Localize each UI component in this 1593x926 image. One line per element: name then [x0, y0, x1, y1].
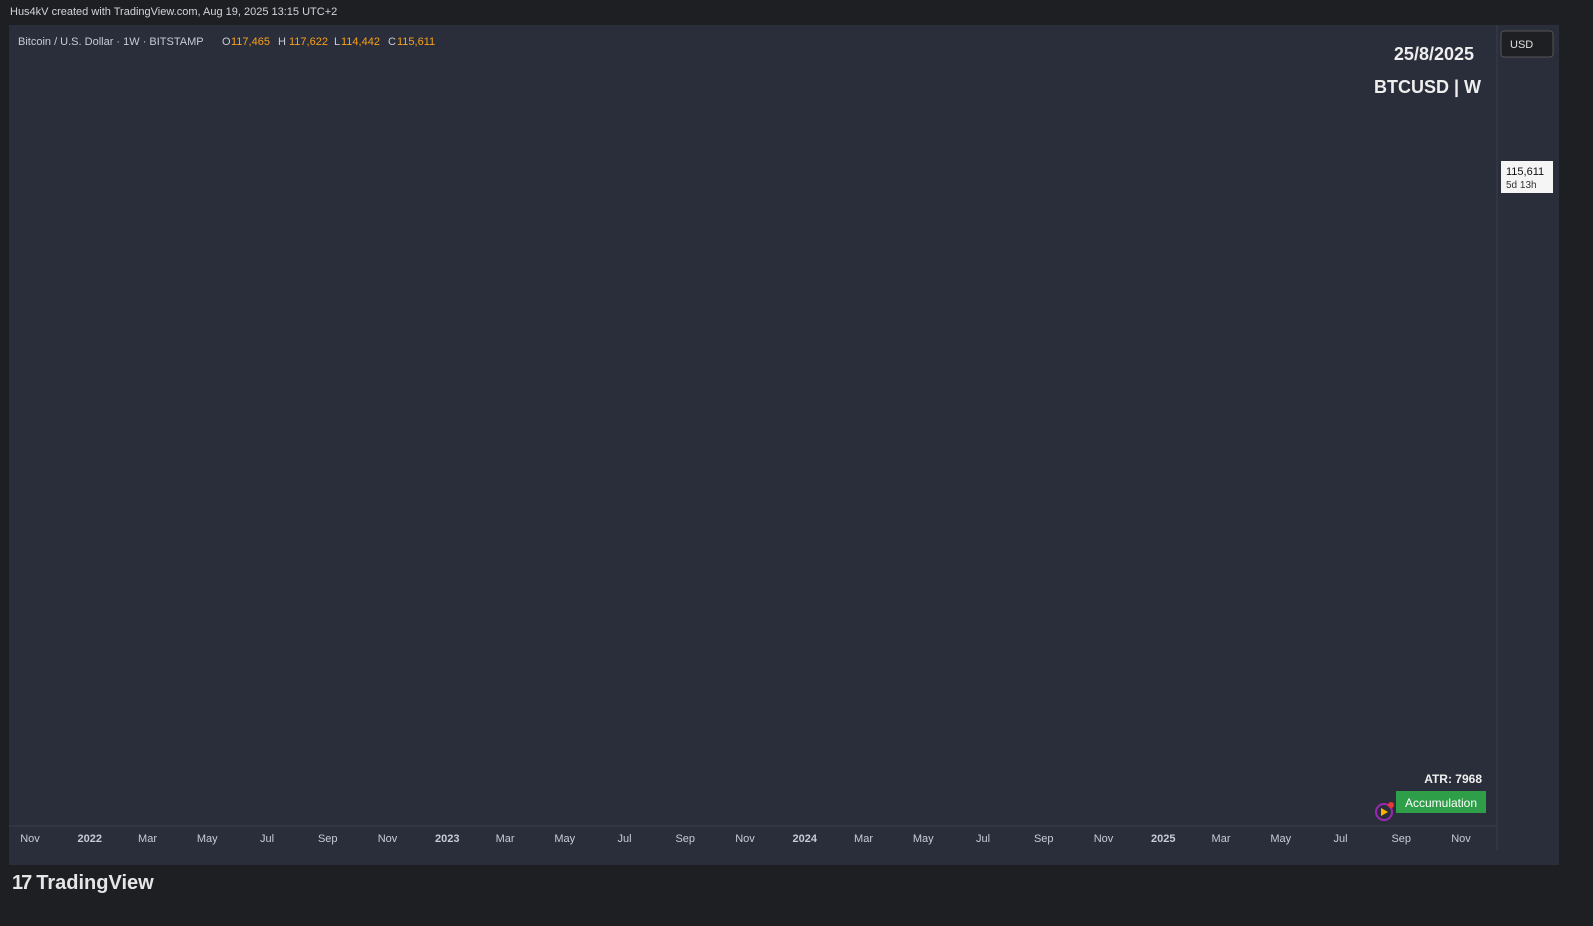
- time-tick: Mar: [1212, 833, 1231, 845]
- time-tick: Jul: [1333, 833, 1347, 845]
- time-tick: Nov: [378, 833, 398, 845]
- time-tick: Sep: [1034, 833, 1054, 845]
- time-tick: Nov: [20, 833, 40, 845]
- candlestick-chart[interactable]: AccumulationRe-accRe-accRe-accRe-accRe-a…: [0, 0, 1593, 870]
- time-tick: May: [913, 833, 934, 845]
- time-tick: Jul: [976, 833, 990, 845]
- last-price-value: 115,611: [1506, 166, 1544, 178]
- time-tick: 2024: [793, 833, 818, 845]
- time-tick: Sep: [675, 833, 695, 845]
- time-tick: Jul: [618, 833, 632, 845]
- tradingview-logo-icon: 17: [12, 872, 32, 894]
- time-tick: 2025: [1151, 833, 1175, 845]
- legend-h-value: 117,622: [289, 36, 328, 48]
- time-tick: Sep: [1391, 833, 1411, 845]
- legend-o-label: O: [222, 36, 231, 48]
- watermark-date: 25/8/2025: [1394, 44, 1474, 64]
- legend-h-label: H: [278, 36, 286, 48]
- legend-c-value: 115,611: [397, 36, 435, 48]
- currency-label: USD: [1510, 39, 1533, 51]
- time-tick: Mar: [854, 833, 873, 845]
- accumulation-badge-label: Accumulation: [1405, 796, 1477, 810]
- time-tick: 2022: [78, 833, 102, 845]
- time-tick: May: [1270, 833, 1291, 845]
- legend-o-value: 117,465: [231, 36, 270, 48]
- time-tick: Mar: [138, 833, 157, 845]
- time-tick: Nov: [1451, 833, 1471, 845]
- countdown: 5d 13h: [1506, 180, 1537, 191]
- time-tick: Nov: [1094, 833, 1114, 845]
- time-tick: May: [554, 833, 575, 845]
- replay-icon[interactable]: [1375, 802, 1394, 821]
- atr-label: ATR: 7968: [1424, 772, 1482, 786]
- time-tick: May: [197, 833, 218, 845]
- tradingview-logo: 17 TradingView: [12, 872, 154, 895]
- time-tick: Nov: [735, 833, 755, 845]
- time-tick: Sep: [318, 833, 338, 845]
- legend-l-value: 114,442: [341, 36, 380, 48]
- legend-symbol: Bitcoin / U.S. Dollar · 1W · BITSTAMP: [18, 36, 204, 48]
- time-axis-ticks: Nov 2022 Mar May Jul Sep Nov 2023 Mar May Jul Sep No…: [20, 833, 1471, 845]
- tradingview-logo-text: TradingView: [36, 872, 154, 894]
- time-tick: 2023: [435, 833, 459, 845]
- watermark-ticker: BTCUSD | W: [1374, 77, 1481, 97]
- time-tick: Mar: [496, 833, 515, 845]
- legend-c-label: C: [388, 36, 396, 48]
- legend-l-label: L: [334, 36, 340, 48]
- time-tick: Jul: [260, 833, 274, 845]
